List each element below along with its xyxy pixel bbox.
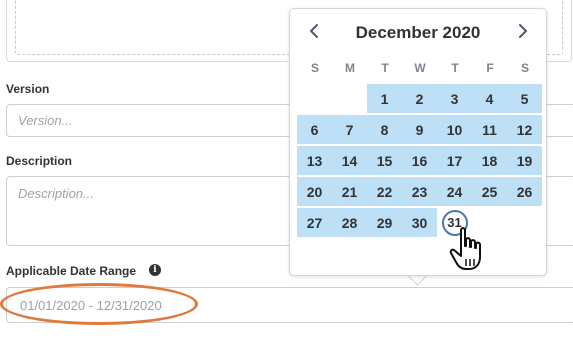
calendar-day[interactable]: 21 xyxy=(332,177,367,206)
weekday-label: S xyxy=(310,61,319,75)
calendar-day[interactable]: 20 xyxy=(297,177,332,206)
calendar-day[interactable]: 30 xyxy=(402,208,437,237)
chevron-right-icon[interactable] xyxy=(513,21,533,41)
calendar-day[interactable]: 4 xyxy=(472,84,507,113)
calendar-day[interactable]: 17 xyxy=(437,146,472,175)
calendar-day[interactable]: 7 xyxy=(332,115,367,144)
calendar-day[interactable]: 9 xyxy=(402,115,437,144)
weekday-label: W xyxy=(414,61,426,75)
calendar-day[interactable]: 26 xyxy=(507,177,542,206)
calendar-day[interactable]: 18 xyxy=(472,146,507,175)
info-icon[interactable]: i xyxy=(149,264,161,276)
calendar-day[interactable]: 14 xyxy=(332,146,367,175)
calendar-day[interactable]: 27 xyxy=(297,208,332,237)
version-label: Version xyxy=(6,82,50,96)
weekday-label: T xyxy=(451,61,459,75)
calendar-popup: December 2020 SMTWTFS 1 2 3 4 5 6 7 8 9 10 11 12 13 1… xyxy=(289,8,547,276)
date-range-label: Applicable Date Range xyxy=(6,264,137,278)
weekday-label: F xyxy=(486,61,494,75)
weekday-label: M xyxy=(345,61,355,75)
calendar-day[interactable]: 23 xyxy=(402,177,437,206)
weekday-label: S xyxy=(520,61,529,75)
calendar-day[interactable]: 24 xyxy=(437,177,472,206)
calendar-day[interactable]: 25 xyxy=(472,177,507,206)
annotation-highlight-ring xyxy=(0,283,198,325)
calendar-day[interactable]: 15 xyxy=(367,146,402,175)
calendar-day[interactable]: 28 xyxy=(332,208,367,237)
calendar-day[interactable]: 19 xyxy=(507,146,542,175)
calendar-day[interactable]: 13 xyxy=(297,146,332,175)
calendar-day[interactable]: 6 xyxy=(297,115,332,144)
calendar-day[interactable]: 5 xyxy=(507,84,542,113)
calendar-day[interactable]: 2 xyxy=(402,84,437,113)
description-label: Description xyxy=(6,154,73,168)
info-icon-glyph: i xyxy=(153,265,157,275)
chevron-left-icon[interactable] xyxy=(304,21,324,41)
calendar-day[interactable]: 3 xyxy=(437,84,472,113)
calendar-day[interactable]: 12 xyxy=(507,115,542,144)
hand-pointer-icon xyxy=(449,227,481,270)
weekday-label: T xyxy=(381,61,389,75)
calendar-day[interactable]: 10 xyxy=(437,115,472,144)
calendar-day[interactable]: 11 xyxy=(472,115,507,144)
calendar-day[interactable]: 16 xyxy=(402,146,437,175)
calendar-day[interactable]: 29 xyxy=(367,208,402,237)
calendar-day[interactable]: 1 xyxy=(367,84,402,113)
calendar-day[interactable]: 8 xyxy=(367,115,402,144)
calendar-day[interactable]: 22 xyxy=(367,177,402,206)
calendar-month-title: December 2020 xyxy=(355,23,481,42)
